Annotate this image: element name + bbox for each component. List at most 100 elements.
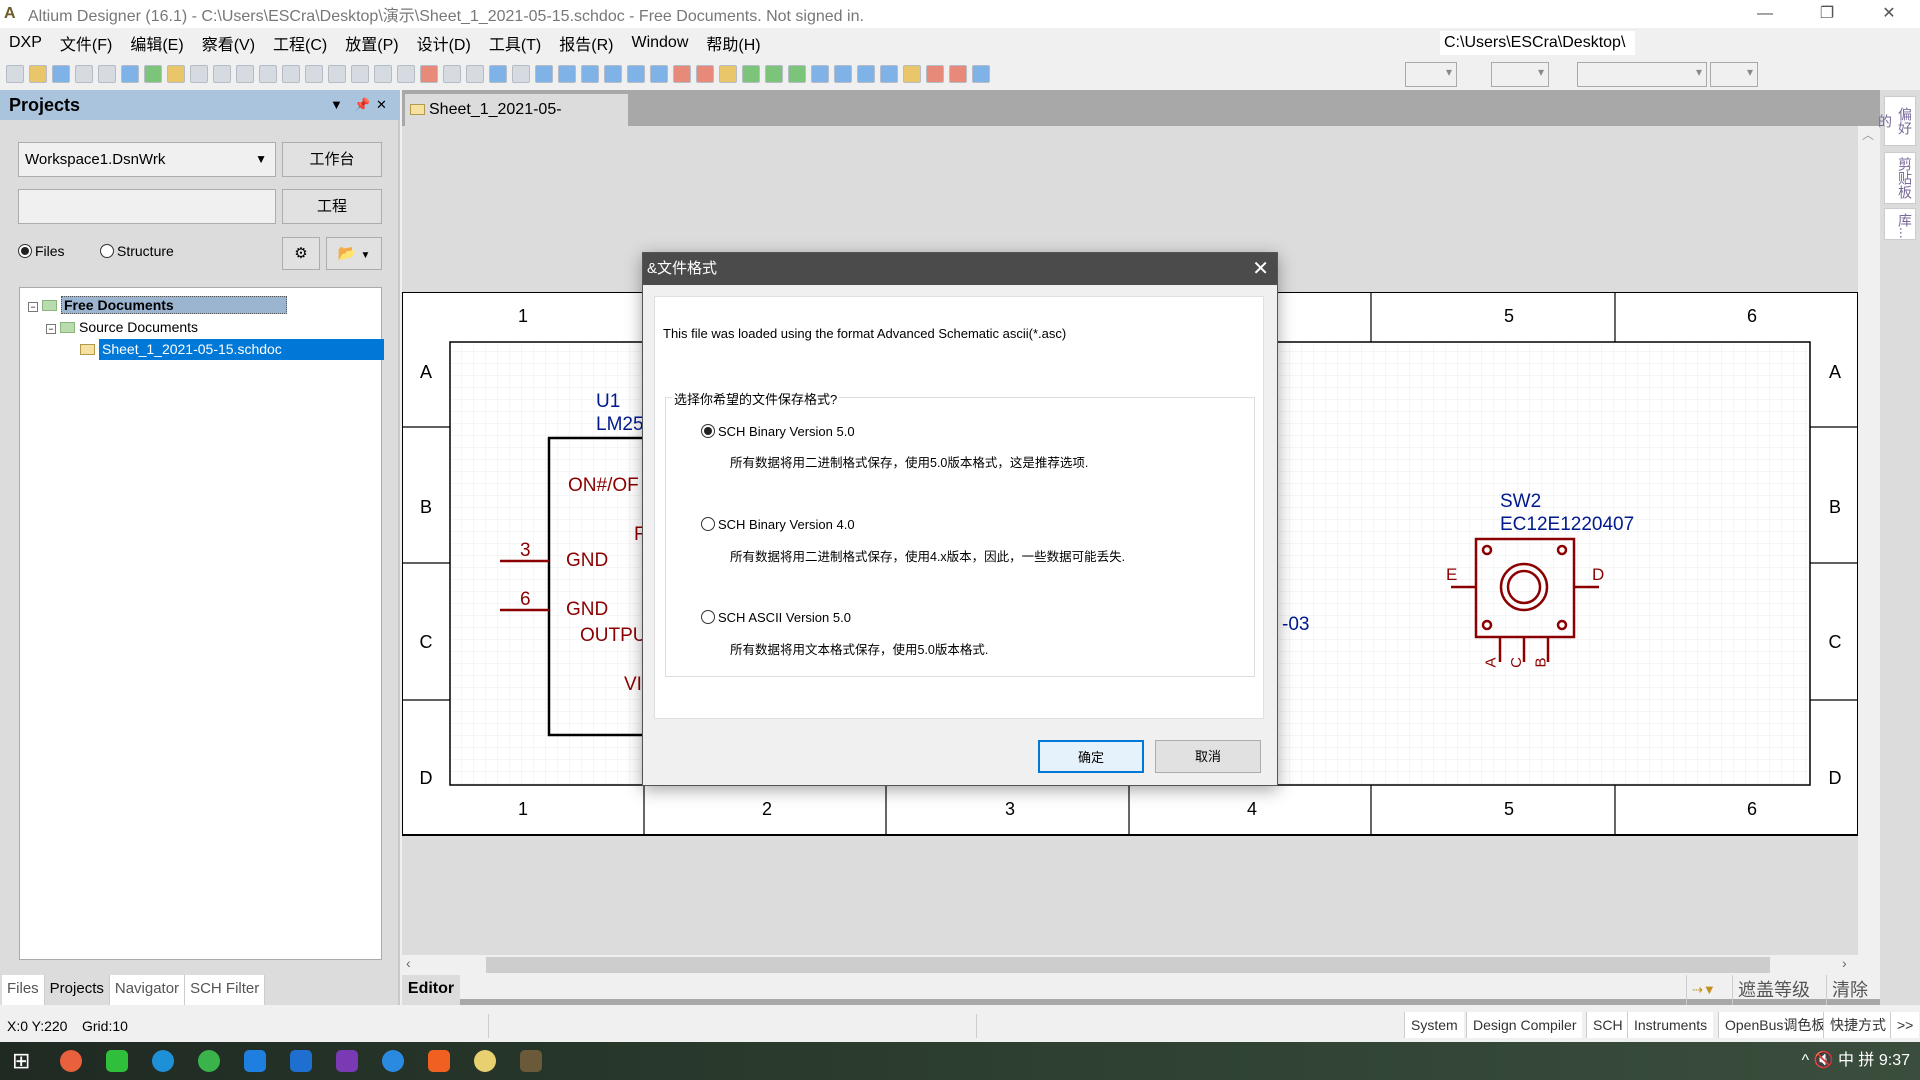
clear-filter-icon[interactable]	[420, 65, 438, 83]
path-combo[interactable]: C:\Users\ESCra\Desktop\	[1440, 31, 1635, 55]
scroll-up-icon[interactable]: ︿	[1862, 128, 1874, 142]
panel-design-compiler-button[interactable]: Design Compiler	[1466, 1012, 1583, 1038]
app-icon[interactable]	[60, 1050, 82, 1072]
wechat-icon[interactable]	[198, 1050, 220, 1072]
option-ascii-5[interactable]: SCH ASCII Version 5.0	[701, 610, 851, 625]
option-binary-5[interactable]: SCH Binary Version 5.0	[701, 424, 855, 439]
dialog-close-icon[interactable]: ✕	[1252, 253, 1269, 285]
menu-window[interactable]: Window	[622, 34, 697, 52]
zoom-fit-icon[interactable]	[190, 65, 208, 83]
editor-tab[interactable]: Editor	[402, 975, 460, 1005]
app-icon[interactable]	[244, 1050, 266, 1072]
pcb-icon[interactable]	[144, 65, 162, 83]
tab-projects[interactable]: Projects	[44, 975, 110, 1005]
panel-system-button[interactable]: System	[1404, 1012, 1464, 1038]
panel-openbus-button[interactable]: OpenBus调色板	[1718, 1012, 1832, 1038]
favorites-panel-tab[interactable]: 偏好的	[1877, 96, 1916, 146]
project-options-button[interactable]: ⚙	[282, 237, 320, 270]
cancel-button[interactable]: 取消	[1155, 740, 1261, 773]
sw2-designator[interactable]: SW2	[1500, 491, 1541, 513]
clipboard-panel-tab[interactable]: 剪贴板	[1884, 152, 1916, 204]
panel-shortcuts-button[interactable]: 快捷方式	[1823, 1012, 1892, 1038]
more-panels-button[interactable]: >>	[1890, 1012, 1920, 1038]
no-erc-icon[interactable]	[926, 65, 944, 83]
menu-tools[interactable]: 工具(T)	[480, 31, 550, 55]
workspace-button[interactable]: 工作台	[282, 142, 382, 177]
wire-icon[interactable]	[558, 65, 576, 83]
app-icon[interactable]	[428, 1050, 450, 1072]
device-sheet-icon[interactable]	[788, 65, 806, 83]
mask-filter-icon[interactable]: ⇢▼	[1686, 975, 1721, 1005]
menu-design[interactable]: 设计(D)	[408, 31, 480, 55]
tab-sch-filter[interactable]: SCH Filter	[185, 975, 266, 1005]
menu-reports[interactable]: 报告(R)	[550, 31, 622, 55]
project-field[interactable]	[18, 189, 276, 224]
menu-view[interactable]: 察看(V)	[193, 31, 264, 55]
vertical-scrollbar[interactable]: ︿	[1858, 126, 1878, 955]
edge-icon[interactable]	[152, 1050, 174, 1072]
new-icon[interactable]	[6, 65, 24, 83]
copy-icon[interactable]	[282, 65, 300, 83]
rubber-stamp-icon[interactable]	[328, 65, 346, 83]
net-label-icon[interactable]	[627, 65, 645, 83]
panel-menu-icon[interactable]: ▼	[330, 90, 343, 120]
cut-icon[interactable]	[259, 65, 277, 83]
gnd-port-icon[interactable]	[673, 65, 691, 83]
menu-place[interactable]: 放置(P)	[336, 31, 407, 55]
windows-start-icon[interactable]: ⊞	[12, 1048, 30, 1074]
collapse-icon[interactable]: −	[46, 324, 56, 334]
print-preview-icon[interactable]	[98, 65, 116, 83]
move-icon[interactable]	[374, 65, 392, 83]
cross-probe-icon[interactable]	[512, 65, 530, 83]
app-icon[interactable]	[474, 1050, 496, 1072]
close-button[interactable]: ✕	[1866, 0, 1912, 28]
vcc-port-icon[interactable]	[696, 65, 714, 83]
scroll-right-icon[interactable]: ›	[1842, 955, 1847, 971]
horizontal-scrollbar[interactable]: ‹ ›	[402, 955, 1858, 975]
panel-close-icon[interactable]: ✕	[376, 90, 387, 120]
tree-item-sheet[interactable]: Sheet_1_2021-05-15.schdoc	[80, 339, 384, 360]
sheet-symbol-icon[interactable]	[742, 65, 760, 83]
minimize-button[interactable]: —	[1742, 0, 1788, 28]
app-icon[interactable]	[382, 1050, 404, 1072]
project-button[interactable]: 工程	[282, 189, 382, 224]
tree-item-free-documents[interactable]: − Free Documents	[28, 295, 374, 316]
scroll-left-icon[interactable]: ‹	[406, 955, 411, 971]
menu-file[interactable]: 文件(F)	[51, 31, 121, 55]
paste-icon[interactable]	[305, 65, 323, 83]
zoom-selected-icon[interactable]	[236, 65, 254, 83]
menu-dxp[interactable]: DXP	[0, 34, 51, 52]
toolbar-combo-2[interactable]	[1491, 62, 1549, 87]
menu-help[interactable]: 帮助(H)	[697, 31, 769, 55]
undo-icon[interactable]	[443, 65, 461, 83]
ok-button[interactable]: 确定	[1038, 740, 1144, 773]
net-icon[interactable]	[650, 65, 668, 83]
harness-icon[interactable]	[811, 65, 829, 83]
tab-files[interactable]: Files	[2, 975, 45, 1005]
sheet-icon[interactable]	[167, 65, 185, 83]
tab-navigator[interactable]: Navigator	[109, 975, 186, 1005]
altium-taskbar-icon[interactable]	[520, 1050, 542, 1072]
open-device-icon[interactable]	[121, 65, 139, 83]
chevron-down-icon[interactable]: ▼	[360, 250, 370, 261]
tree-item-source-documents[interactable]: − Source Documents	[46, 317, 198, 338]
open-icon[interactable]	[29, 65, 47, 83]
pin-icon[interactable]: 📌	[354, 90, 370, 120]
app-icon[interactable]	[106, 1050, 128, 1072]
harness-connector-icon[interactable]	[834, 65, 852, 83]
u1-designator[interactable]: U1	[596, 391, 620, 413]
panel-instruments-button[interactable]: Instruments	[1627, 1012, 1714, 1038]
menu-project[interactable]: 工程(C)	[264, 31, 336, 55]
document-tab[interactable]: Sheet_1_2021-05-15.schdoc	[405, 94, 628, 150]
part-icon[interactable]	[719, 65, 737, 83]
sw2-part[interactable]: EC12E1220407	[1500, 514, 1634, 536]
browse-library-icon[interactable]	[535, 65, 553, 83]
port-icon[interactable]	[880, 65, 898, 83]
workspace-select[interactable]: Workspace1.DsnWrk ▼	[18, 142, 276, 177]
select-area-icon[interactable]	[351, 65, 369, 83]
scrollbar-thumb[interactable]	[486, 957, 1770, 973]
redo-icon[interactable]	[466, 65, 484, 83]
restore-button[interactable]: ❐	[1804, 0, 1850, 28]
compile-mask-icon[interactable]	[949, 65, 967, 83]
onenote-icon[interactable]	[336, 1050, 358, 1072]
